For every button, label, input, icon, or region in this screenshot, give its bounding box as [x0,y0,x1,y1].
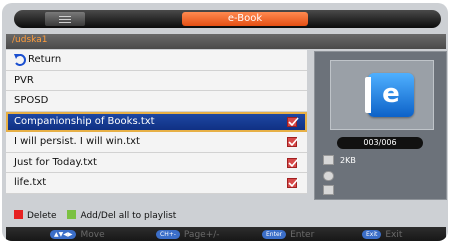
ebook-screen: e-Book /udska1 Return PVR SPOSD Companio… [2,3,448,241]
preview-box: e [330,60,434,130]
file-list: Return PVR SPOSD Companionship of Books.… [6,50,307,198]
arrow-keys-icon: ▲▼◀▶ [50,230,77,239]
exit-key-icon: Exit [362,230,382,239]
hint-exit: Exit Exit [362,227,402,241]
hint-page: CH+- Page+/- [156,227,220,241]
path-bar: /udska1 [6,34,446,49]
check-icon [288,116,299,126]
check-icon [288,178,299,188]
green-key-icon [67,210,77,219]
clock-icon [323,171,334,181]
color-key-legend: Delete Add/Del all to playlist [6,209,176,223]
list-item-label: PVR [14,74,34,86]
menu-icon [59,15,71,17]
red-key-icon [14,210,23,219]
title-bar: e-Book [14,10,441,28]
menu-button[interactable] [45,12,85,26]
preview-panel: e 003/006 2KB [314,51,447,200]
file-size-icon [323,155,334,165]
list-item-label: SPOSD [14,95,49,106]
checkbox[interactable] [287,116,299,127]
hint-bar: ▲▼◀▶ Move CH+- Page+/- Enter Enter Exit Exit [6,227,446,241]
file-size: 2KB [340,156,356,165]
file-counter: 003/006 [337,137,423,149]
list-item-file[interactable]: I will persist. I will win.txt [6,132,307,153]
return-icon [14,54,26,66]
info-date [323,171,433,183]
list-item-file[interactable]: Just for Today.txt [6,152,307,173]
list-item-file-selected[interactable]: Companionship of Books.txt [6,111,307,132]
checkbox[interactable] [287,157,299,168]
document-icon [323,185,334,195]
checkbox[interactable] [287,137,299,147]
enter-key-icon: Enter [262,230,287,239]
list-item-label: Return [28,54,62,65]
list-item-label: I will persist. I will win.txt [14,136,140,147]
ebook-icon: e [365,73,414,117]
list-item-label: Just for Today.txt [14,156,97,168]
list-item-label: Companionship of Books.txt [14,115,155,127]
check-icon [288,137,299,147]
channel-key-icon: CH+- [156,230,180,239]
list-item-file[interactable]: life.txt [6,173,307,194]
current-path: /udska1 [12,35,48,45]
list-item-return[interactable]: Return [6,50,307,71]
list-item-folder[interactable]: SPOSD [6,91,307,112]
hint-move: ▲▼◀▶ Move [50,227,105,241]
checkbox[interactable] [287,178,299,188]
info-resolution [323,185,433,197]
hint-enter: Enter Enter [262,227,314,241]
check-icon [288,157,299,167]
ebook-icon-letter: e [382,79,400,109]
info-size: 2KB [323,155,433,167]
list-item-label: life.txt [14,177,47,188]
window-title: e-Book [182,12,308,26]
delete-label: Delete [27,211,57,221]
list-item-folder[interactable]: PVR [6,70,307,91]
add-playlist-label: Add/Del all to playlist [80,211,177,221]
